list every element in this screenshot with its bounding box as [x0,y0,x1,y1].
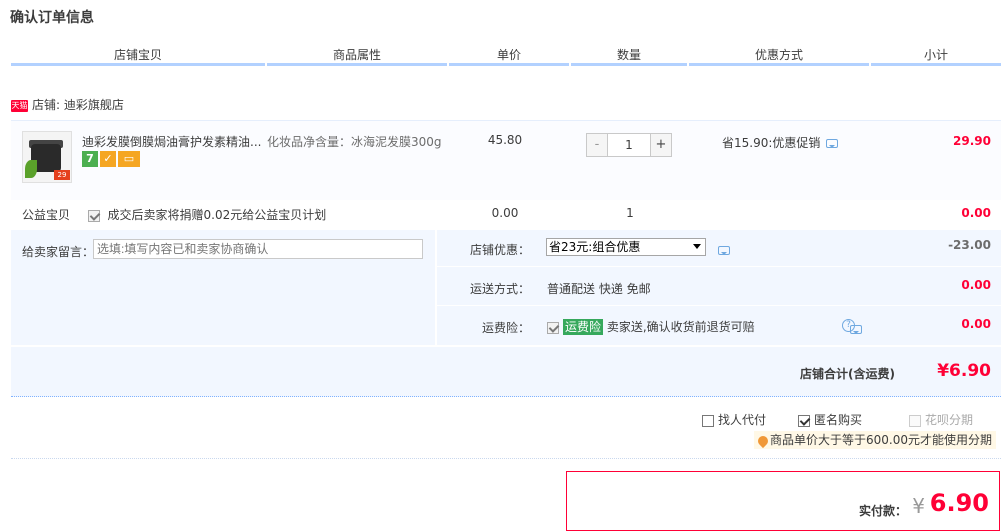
chat-icon[interactable] [718,246,730,255]
charity-qty: 1 [626,206,634,220]
col-header-price: 单价 [449,44,569,66]
col-header-subtotal: 小计 [871,44,1001,66]
product-thumbnail[interactable]: 29 [22,131,72,183]
qty-minus-button[interactable]: - [587,134,607,156]
qty-input[interactable] [607,134,651,156]
insurance-checkbox[interactable] [547,321,559,334]
table-header: 店铺宝贝 商品属性 单价 数量 优惠方式 小计 [11,44,1001,68]
huabei-checkbox[interactable] [909,414,921,427]
col-header-item: 店铺宝贝 [11,44,265,66]
anonymous-checkbox[interactable] [798,414,810,427]
quantity-stepper: - + [586,133,672,157]
card-payment-icon[interactable]: ▭ [118,151,140,167]
location-pin-icon [755,433,771,448]
proxy-pay-option[interactable]: 找人代付 [702,411,766,428]
charity-price: 0.00 [491,206,519,220]
shop-row: 天猫 店铺: 迪彩旗舰店 [11,95,124,115]
thumb-price-tag: 29 [54,170,70,180]
insurance-label: 运费险： [481,321,530,335]
item-subtotal: 29.90 [953,134,991,148]
col-header-promo: 优惠方式 [689,44,869,66]
chat-icon[interactable] [826,139,839,148]
promo-text: 省15.90:优惠促销 [722,134,839,151]
proxy-pay-checkbox[interactable] [702,414,714,427]
insurance-text: 卖家送,确认收货前退货可赔 [606,320,755,334]
shipping-amount: 0.00 [961,278,991,292]
shop-discount-amount: -23.00 [948,238,991,252]
dropdown-arrow-icon [693,244,701,253]
anonymous-option[interactable]: 匿名购买 [798,411,862,428]
message-input[interactable] [93,239,423,259]
payment-currency: ¥ [912,494,925,518]
divider [11,458,1001,459]
qty-plus-button[interactable]: + [651,134,671,156]
promo-label: 省15.90:优惠促销 [722,136,821,150]
help-icon[interactable]: ? [842,319,855,332]
shop-total-amount: ¥6.90 [937,361,991,381]
huabei-option[interactable]: 花呗分期 [909,411,973,428]
divider [437,305,1001,306]
shop-discount-label: 店铺优惠： [469,243,530,257]
shop-total-label: 店铺合计(含运费) [800,367,895,381]
warranty-icon[interactable]: ✓ [100,151,116,167]
charity-subtotal: 0.00 [961,206,991,220]
insurance-badge: 运费险 [563,319,604,335]
divider [437,266,1001,267]
message-label: 给卖家留言： [22,245,95,259]
tmall-icon: 天猫 [11,99,28,112]
seven-day-return-icon[interactable]: 7 [82,151,98,167]
insurance-row: 运费险 卖家送,确认收货前退货可赔 [547,318,755,335]
charity-text: 成交后卖家将捐赠0.02元给公益宝贝计划 [107,208,327,222]
unit-price: 45.80 [487,133,523,147]
huabei-note: 商品单价大于等于600.00元才能使用分期 [754,431,996,449]
charity-label: 公益宝贝 [22,208,71,222]
col-header-attr: 商品属性 [267,44,447,66]
proxy-pay-label: 找人代付 [718,413,767,427]
payment-label: 实付款： [858,504,907,518]
payment-amount: 6.90 [929,489,989,517]
product-name-link[interactable]: 迪彩发膜倒膜焗油膏护发素精油... [82,133,262,150]
page-title: 确认订单信息 [10,10,94,26]
charity-checkbox[interactable] [87,209,100,222]
shipping-value: 普通配送 快递 免邮 [547,282,651,296]
shop-discount-selected: 省23元:组合优惠 [549,240,641,254]
huabei-label: 花呗分期 [925,413,974,427]
shop-discount-select[interactable]: 省23元:组合优惠 [546,238,706,256]
anonymous-label: 匿名购买 [814,413,863,427]
shop-name[interactable]: 店铺: 迪彩旗舰店 [32,98,124,112]
huabei-note-text: 商品单价大于等于600.00元才能使用分期 [770,433,992,447]
charity-row: 公益宝贝 成交后卖家将捐赠0.02元给公益宝贝计划 [22,206,326,223]
product-attribute: 化妆品净含量：冰海泥发膜300g [267,135,442,149]
item-row [11,120,1001,200]
service-icons: 7 ✓ ▭ [82,151,142,169]
insurance-amount: 0.00 [961,317,991,331]
col-header-qty: 数量 [571,44,687,66]
shipping-label: 运送方式： [469,282,530,296]
